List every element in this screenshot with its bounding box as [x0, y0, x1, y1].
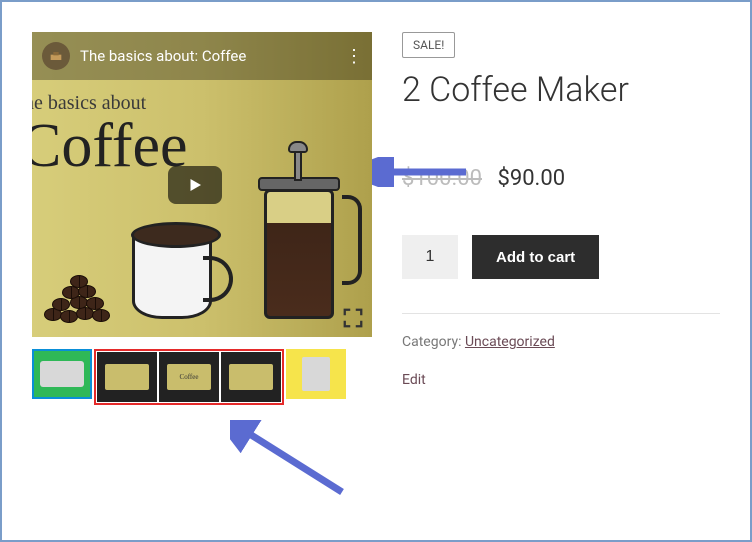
sale-badge: SALE! — [402, 32, 455, 58]
video-menu-icon[interactable]: ⋮ — [345, 46, 362, 67]
thumbnail-1[interactable] — [32, 349, 92, 399]
category-link[interactable]: Uncategorized — [465, 334, 555, 350]
french-press-illustration — [254, 149, 344, 319]
price-sale: $90.00 — [497, 166, 565, 191]
mug-illustration — [132, 229, 212, 319]
category-row: Category: Uncategorized — [402, 334, 720, 350]
fullscreen-icon[interactable] — [342, 307, 364, 329]
thumbnail-4[interactable] — [221, 352, 281, 402]
price-row: $100.00 $90.00 — [402, 166, 720, 191]
channel-avatar-icon — [42, 42, 70, 70]
product-video-player[interactable]: The basics about: Coffee ⋮ he basics abo… — [32, 32, 372, 337]
thumbnail-2[interactable] — [97, 352, 157, 402]
product-title: 2 Coffee Maker — [402, 70, 720, 110]
video-topbar: The basics about: Coffee ⋮ — [32, 32, 372, 80]
thumbnail-highlight-box: Coffee — [94, 349, 284, 405]
thumbnail-3[interactable]: Coffee — [159, 352, 219, 402]
thumbnail-strip: Coffee — [32, 349, 372, 405]
category-label: Category: — [402, 334, 465, 350]
video-artwork-text: he basics about Coffee — [32, 92, 188, 177]
divider — [402, 313, 720, 314]
coffee-beans-illustration — [40, 271, 140, 323]
play-button-icon[interactable] — [168, 166, 222, 204]
thumbnail-5[interactable] — [286, 349, 346, 399]
edit-link[interactable]: Edit — [402, 372, 720, 388]
video-title: The basics about: Coffee — [80, 47, 246, 65]
add-to-cart-button[interactable]: Add to cart — [472, 235, 599, 279]
quantity-input[interactable] — [402, 235, 458, 279]
price-original: $100.00 — [402, 166, 482, 191]
